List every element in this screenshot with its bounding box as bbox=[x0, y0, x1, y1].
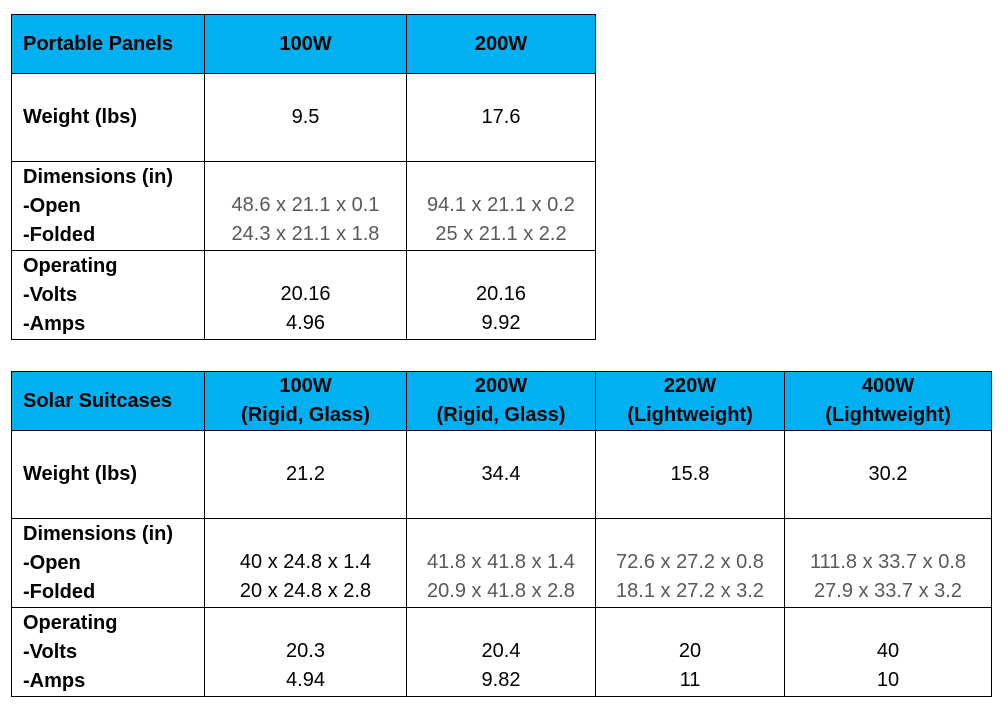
cell: 21.2 bbox=[204, 430, 407, 519]
cell-amps: 4.94 bbox=[286, 669, 325, 691]
cell: 20.3 4.94 bbox=[204, 607, 407, 697]
cell: 20.4 9.82 bbox=[406, 607, 596, 697]
table-title: Solar Suitcases bbox=[11, 371, 205, 431]
column-header: 100W (Rigid, Glass) bbox=[204, 371, 407, 431]
cell: 48.6 x 21.1 x 0.1 24.3 x 21.1 x 1.8 bbox=[204, 161, 407, 251]
row-label-title: Operating bbox=[23, 611, 118, 634]
cell-amps: 9.82 bbox=[481, 669, 521, 691]
column-header-type: (Lightweight) bbox=[825, 404, 951, 426]
table-header-row: Solar Suitcases 100W (Rigid, Glass) 200W… bbox=[11, 371, 992, 431]
cell-folded: 20 x 24.8 x 2.8 bbox=[239, 580, 372, 602]
cell-amps: 11 bbox=[679, 669, 701, 691]
column-header-watt: 100W bbox=[279, 375, 332, 397]
solar-suitcases-table: Solar Suitcases 100W (Rigid, Glass) 200W… bbox=[11, 371, 992, 697]
column-header-type: (Lightweight) bbox=[627, 404, 753, 426]
cell-folded: 24.3 x 21.1 x 1.8 bbox=[231, 223, 380, 245]
cell-folded: 18.1 x 27.2 x 3.2 bbox=[616, 580, 764, 602]
row-sublabel: -Folded bbox=[23, 580, 96, 603]
cell: 15.8 bbox=[595, 430, 785, 519]
cell: 20.16 9.92 bbox=[406, 250, 596, 340]
cell: 30.2 bbox=[784, 430, 992, 519]
table-row-weight: Weight (lbs) 9.5 17.6 bbox=[11, 73, 596, 162]
column-header: 200W (Rigid, Glass) bbox=[406, 371, 596, 431]
row-sublabel: -Volts bbox=[23, 640, 78, 663]
cell: 111.8 x 33.7 x 0.8 27.9 x 33.7 x 3.2 bbox=[784, 518, 992, 608]
column-header: 220W (Lightweight) bbox=[595, 371, 785, 431]
row-label: Dimensions (in) -Open -Folded bbox=[11, 161, 205, 251]
column-header: 400W (Lightweight) bbox=[784, 371, 992, 431]
cell-volts: 20.16 bbox=[475, 283, 527, 305]
column-header-watt: 400W bbox=[861, 375, 915, 397]
cell-amps: 10 bbox=[876, 669, 900, 691]
cell-open: 48.6 x 21.1 x 0.1 bbox=[231, 194, 380, 216]
cell-folded: 25 x 21.1 x 2.2 bbox=[435, 223, 567, 245]
table-row-operating: Operating -Volts -Amps 20.3 4.94 20.4 9.… bbox=[11, 607, 992, 697]
table-row-dimensions: Dimensions (in) -Open -Folded 48.6 x 21.… bbox=[11, 161, 596, 251]
cell: 20 11 bbox=[595, 607, 785, 697]
row-label: Operating -Volts -Amps bbox=[11, 607, 205, 697]
cell: 41.8 x 41.8 x 1.4 20.9 x 41.8 x 2.8 bbox=[406, 518, 596, 608]
column-header-watt: 220W bbox=[663, 375, 717, 397]
cell-amps: 4.96 bbox=[286, 312, 325, 334]
table-row-dimensions: Dimensions (in) -Open -Folded 40 x 24.8 … bbox=[11, 518, 992, 608]
cell-folded: 20.9 x 41.8 x 2.8 bbox=[427, 580, 575, 602]
row-sublabel: -Amps bbox=[23, 312, 86, 335]
cell: 20.16 4.96 bbox=[204, 250, 407, 340]
cell-open: 72.6 x 27.2 x 0.8 bbox=[616, 551, 764, 573]
column-header-type: (Rigid, Glass) bbox=[241, 404, 370, 426]
column-header-watt: 200W bbox=[474, 375, 528, 397]
cell-volts: 40 bbox=[876, 640, 900, 662]
cell-volts: 20 bbox=[678, 640, 702, 662]
table-row-operating: Operating -Volts -Amps 20.16 4.96 20.16 … bbox=[11, 250, 596, 340]
cell: 40 x 24.8 x 1.4 20 x 24.8 x 2.8 bbox=[204, 518, 407, 608]
row-label-title: Dimensions (in) bbox=[23, 522, 174, 545]
row-sublabel: -Open bbox=[23, 194, 81, 217]
row-label: Weight (lbs) bbox=[11, 430, 205, 519]
row-sublabel: -Amps bbox=[23, 669, 86, 692]
row-label-title: Operating bbox=[23, 254, 118, 277]
table-row-weight: Weight (lbs) 21.2 34.4 15.8 30.2 bbox=[11, 430, 992, 519]
row-label-title: Dimensions (in) bbox=[23, 165, 174, 188]
cell-folded: 27.9 x 33.7 x 3.2 bbox=[814, 580, 962, 602]
row-label: Operating -Volts -Amps bbox=[11, 250, 205, 340]
cell-open: 41.8 x 41.8 x 1.4 bbox=[427, 551, 575, 573]
cell-open: 40 x 24.8 x 1.4 bbox=[239, 551, 372, 573]
portable-panels-table: Portable Panels 100W 200W Weight (lbs) 9… bbox=[11, 14, 596, 340]
cell: 40 10 bbox=[784, 607, 992, 697]
row-label: Weight (lbs) bbox=[11, 73, 205, 162]
row-sublabel: -Volts bbox=[23, 283, 78, 306]
column-header: 100W bbox=[204, 14, 407, 74]
column-header: 200W bbox=[406, 14, 596, 74]
cell: 94.1 x 21.1 x 0.2 25 x 21.1 x 2.2 bbox=[406, 161, 596, 251]
table-title: Portable Panels bbox=[11, 14, 205, 74]
row-label: Dimensions (in) -Open -Folded bbox=[11, 518, 205, 608]
cell: 17.6 bbox=[406, 73, 596, 162]
cell-amps: 9.92 bbox=[481, 312, 521, 334]
cell-open: 111.8 x 33.7 x 0.8 bbox=[809, 551, 967, 573]
cell: 72.6 x 27.2 x 0.8 18.1 x 27.2 x 3.2 bbox=[595, 518, 785, 608]
table-header-row: Portable Panels 100W 200W bbox=[11, 14, 596, 74]
row-sublabel: -Folded bbox=[23, 223, 96, 246]
cell-open: 94.1 x 21.1 x 0.2 bbox=[427, 194, 575, 216]
cell: 34.4 bbox=[406, 430, 596, 519]
cell-volts: 20.4 bbox=[481, 640, 521, 662]
cell: 9.5 bbox=[204, 73, 407, 162]
column-header-type: (Rigid, Glass) bbox=[436, 404, 566, 426]
cell-volts: 20.16 bbox=[280, 283, 331, 305]
cell-volts: 20.3 bbox=[286, 640, 325, 662]
row-sublabel: -Open bbox=[23, 551, 81, 574]
